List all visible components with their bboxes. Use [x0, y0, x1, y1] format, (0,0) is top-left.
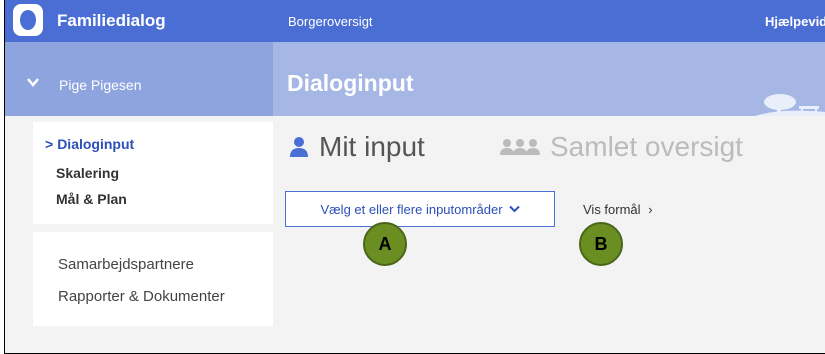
person-selector[interactable]: Pige Pigesen — [5, 42, 273, 116]
logo-icon[interactable] — [13, 4, 43, 36]
nav-help[interactable]: Hjælpevide — [765, 14, 825, 29]
page-title: Dialoginput — [287, 70, 414, 96]
sidebar-menu: > Dialoginput Skalering Mål & Plan — [33, 122, 273, 224]
chevron-right-icon: > — [45, 136, 54, 152]
sidebar-links: Samarbejdspartnere Rapporter & Dokumente… — [33, 232, 273, 326]
sidebar-link-samarbejdspartnere[interactable]: Samarbejdspartnere — [58, 256, 194, 273]
app-frame: Familiedialog Borgeroversigt Hjælpevide … — [4, 0, 825, 354]
person-name[interactable]: Pige Pigesen — [59, 77, 142, 93]
nav-citizens-overview[interactable]: Borgeroversigt — [288, 14, 373, 29]
tab-overview[interactable]: Samlet oversigt — [500, 131, 743, 163]
show-purpose-link[interactable]: Vis formål › — [583, 202, 653, 217]
sidebar-link-rapporter[interactable]: Rapporter & Dokumenter — [58, 288, 225, 305]
tab-label: Samlet oversigt — [550, 131, 743, 162]
app-title[interactable]: Familiedialog — [57, 11, 166, 31]
sidebar-item-label: Dialoginput — [57, 136, 135, 152]
chevron-right-icon: › — [648, 202, 653, 217]
dropdown-label: Vælg et eller flere inputområder — [320, 201, 503, 217]
tab-my-input[interactable]: Mit input — [289, 131, 425, 163]
annotation-marker-b: B — [579, 222, 623, 266]
annotation-marker-a: A — [363, 222, 407, 266]
chevron-down-icon — [508, 205, 520, 213]
chevron-down-icon — [27, 78, 39, 87]
group-icon — [500, 139, 540, 155]
context-band: Pige Pigesen Dialoginput — [5, 42, 825, 116]
landscape-icon — [755, 94, 825, 116]
person-icon — [290, 137, 308, 157]
purpose-label: Vis formål — [583, 202, 641, 217]
input-area-dropdown[interactable]: Vælg et eller flere inputområder — [285, 191, 555, 227]
sidebar-item-maal-plan[interactable]: Mål & Plan — [56, 191, 127, 207]
top-bar: Familiedialog Borgeroversigt Hjælpevide — [5, 0, 825, 42]
sidebar-item-skalering[interactable]: Skalering — [56, 165, 119, 181]
sidebar-item-dialoginput[interactable]: > Dialoginput — [45, 136, 134, 152]
tab-label: Mit input — [319, 131, 425, 162]
